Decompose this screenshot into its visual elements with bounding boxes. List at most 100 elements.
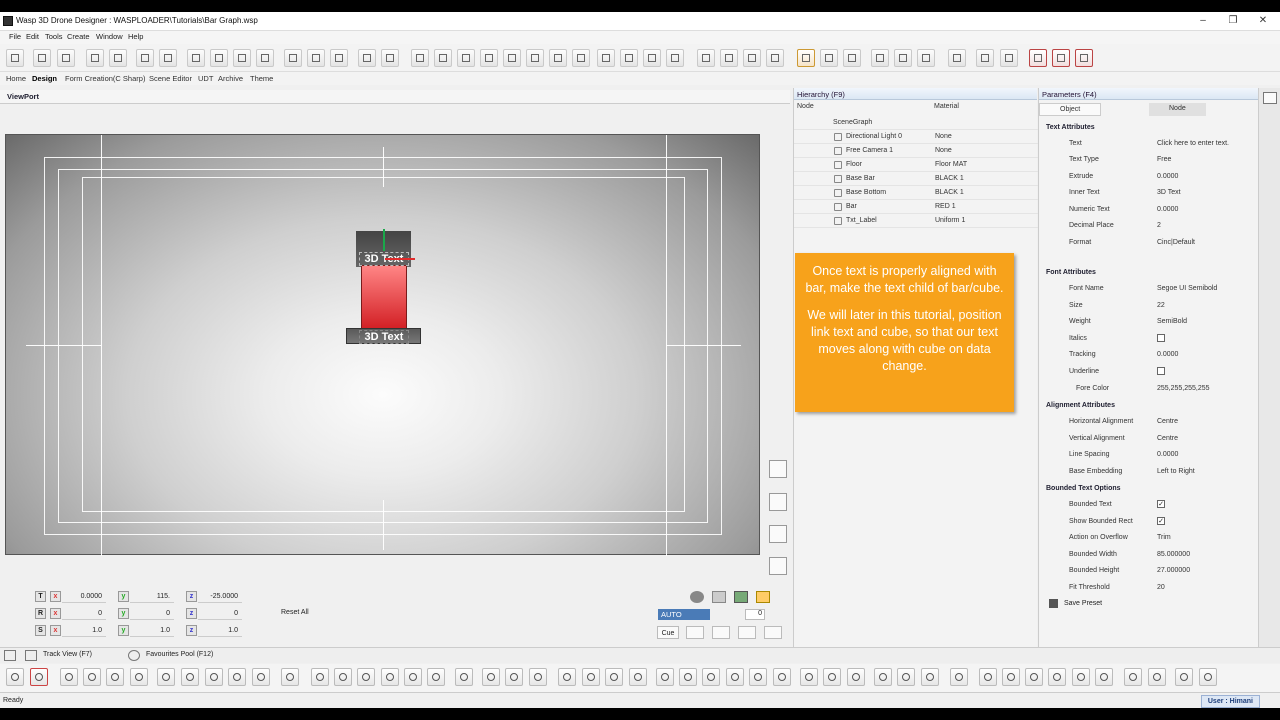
param-row[interactable]: Action on Overflow Trim <box>1039 530 1249 546</box>
new-scene-icon[interactable] <box>6 49 24 67</box>
ticker-icon[interactable] <box>979 668 997 686</box>
tree-row[interactable]: Floor Floor MAT <box>794 158 1038 172</box>
cog-shape-icon[interactable] <box>773 668 791 686</box>
param-row[interactable]: Line Spacing 0.0000 <box>1039 447 1249 463</box>
play-icon[interactable] <box>572 49 590 67</box>
tree-root-row[interactable]: SceneGraph <box>794 116 1038 130</box>
antenna-icon[interactable] <box>950 668 968 686</box>
image-icon[interactable] <box>529 668 547 686</box>
pen-icon[interactable] <box>605 668 623 686</box>
fit-view-icon[interactable] <box>769 460 787 478</box>
minimize-button[interactable]: – <box>1188 14 1218 28</box>
zoom-region-icon[interactable] <box>256 49 274 67</box>
param-value[interactable]: 0.0000 <box>1157 173 1178 180</box>
menu-window[interactable]: Window <box>96 32 123 41</box>
tube-icon[interactable] <box>205 668 223 686</box>
gizmo-y-axis[interactable] <box>383 229 385 251</box>
spiral-icon[interactable] <box>629 668 647 686</box>
tab-favourites-pool[interactable]: Favourites Pool (F12) <box>146 651 213 658</box>
param-row[interactable]: Format Cinc|Default <box>1039 235 1249 251</box>
param-value[interactable]: 85.000000 <box>1157 551 1190 558</box>
menu-tools[interactable]: Tools <box>45 32 63 41</box>
param-value[interactable]: Trim <box>1157 534 1171 541</box>
param-value[interactable]: 255,255,255,255 <box>1157 385 1210 392</box>
param-value[interactable]: Left to Right <box>1157 468 1195 475</box>
tab-theme[interactable]: Theme <box>250 74 273 83</box>
rotate-y-field[interactable]: 0 <box>130 608 174 620</box>
axis-z-icon[interactable] <box>917 49 935 67</box>
print-icon[interactable] <box>86 49 104 67</box>
tree-row[interactable]: Free Camera 1 None <box>794 144 1038 158</box>
gear-icon[interactable] <box>181 668 199 686</box>
param-value[interactable]: SemiBold <box>1157 318 1187 325</box>
menu-file[interactable]: File <box>9 32 21 41</box>
circle-icon[interactable] <box>656 668 674 686</box>
undo-icon[interactable] <box>136 49 154 67</box>
bar-cube[interactable] <box>361 265 407 330</box>
play-button-icon[interactable] <box>738 626 756 639</box>
polygon-icon[interactable] <box>726 668 744 686</box>
param-value[interactable]: Click here to enter text. <box>1157 140 1229 147</box>
front-view-icon[interactable] <box>769 493 787 511</box>
diamond-icon[interactable] <box>427 668 445 686</box>
star-shape-icon[interactable] <box>749 668 767 686</box>
print-preview-icon[interactable] <box>109 49 127 67</box>
effects-icon[interactable] <box>1072 668 1090 686</box>
data-icon[interactable] <box>643 49 661 67</box>
tab-udt[interactable]: UDT <box>198 74 213 83</box>
param-value[interactable]: 0.0000 <box>1157 351 1178 358</box>
param-row[interactable]: Vertical Alignment Centre <box>1039 431 1249 447</box>
tree-row[interactable]: Base Bottom BLACK 1 <box>794 186 1038 200</box>
arc-icon[interactable] <box>228 668 246 686</box>
link-icon[interactable] <box>358 49 376 67</box>
sphere-icon[interactable] <box>83 668 101 686</box>
param-value[interactable]: 2 <box>1157 222 1161 229</box>
plane-icon[interactable] <box>311 668 329 686</box>
param-row[interactable]: Horizontal Alignment Centre <box>1039 414 1249 430</box>
param-row[interactable]: Base Embedding Left to Right <box>1039 464 1249 480</box>
book-icon[interactable] <box>482 668 500 686</box>
text-2d-icon[interactable] <box>823 668 841 686</box>
param-value[interactable]: 22 <box>1157 302 1165 309</box>
param-value[interactable]: Centre <box>1157 435 1178 442</box>
param-row[interactable]: Numeric Text 0.0000 <box>1039 202 1249 218</box>
tab-form-creation[interactable]: Form Creation(C Sharp) <box>65 74 145 83</box>
speech-bubble-icon[interactable] <box>921 668 939 686</box>
maximize-button[interactable]: ❐ <box>1218 14 1248 28</box>
param-value[interactable]: Centre <box>1157 418 1178 425</box>
dock-pin-icon[interactable] <box>1263 92 1277 104</box>
particle-icon[interactable] <box>1124 668 1142 686</box>
tree-row[interactable]: Base Bar BLACK 1 <box>794 172 1038 186</box>
param-row[interactable]: Text Type Free <box>1039 152 1249 168</box>
tree-row[interactable]: Txt_Label Uniform 1 <box>794 214 1038 228</box>
bulb-icon[interactable] <box>948 49 966 67</box>
grid-mesh-icon[interactable] <box>130 668 148 686</box>
param-row[interactable]: Font Name Segoe UI Semibold <box>1039 281 1249 297</box>
tree-row[interactable]: Directional Light 0 None <box>794 130 1038 144</box>
left-view-icon[interactable] <box>769 557 787 575</box>
rotate-z-field[interactable]: 0 <box>198 608 242 620</box>
timer-icon[interactable] <box>1095 668 1113 686</box>
save-preset-button[interactable]: Save Preset <box>1064 600 1102 607</box>
arc-shape-icon[interactable] <box>897 668 915 686</box>
torus-icon[interactable] <box>404 668 422 686</box>
param-row[interactable]: Fore Color 255,255,255,255 <box>1039 381 1249 397</box>
scale-z-field[interactable]: 1.0 <box>198 625 242 637</box>
dock-icon[interactable] <box>4 650 16 661</box>
param-row[interactable]: Size 22 <box>1039 298 1249 314</box>
save-icon[interactable] <box>57 49 75 67</box>
tab-design[interactable]: Design <box>32 74 57 83</box>
go-to-start-icon[interactable] <box>686 626 704 639</box>
camera-icon[interactable] <box>457 49 475 67</box>
auto-key-button[interactable]: AUTO <box>658 609 710 620</box>
line-icon[interactable] <box>558 668 576 686</box>
rotate-x-field[interactable]: 0 <box>62 608 106 620</box>
record-circle-icon[interactable] <box>690 591 704 603</box>
palette-icon[interactable] <box>734 591 748 603</box>
snap-icon[interactable] <box>720 49 738 67</box>
delete-icon[interactable] <box>330 49 348 67</box>
pan-hand-icon[interactable] <box>210 49 228 67</box>
menu-help[interactable]: Help <box>128 32 143 41</box>
param-value[interactable]: 3D Text <box>1157 189 1181 196</box>
italics-checkbox[interactable] <box>1157 334 1165 342</box>
